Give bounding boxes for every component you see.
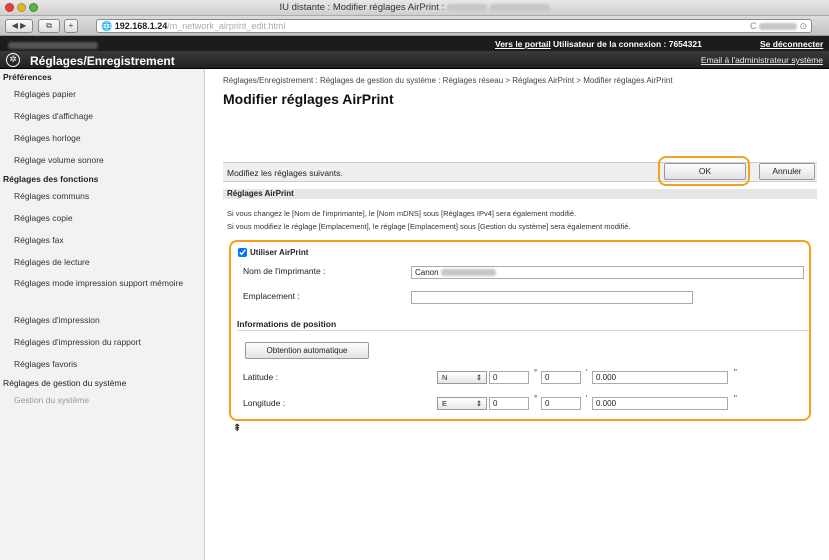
longitude-seconds-input[interactable]: 0.000: [592, 397, 728, 410]
reload-icon[interactable]: C ⊙: [750, 20, 807, 32]
sidebar-item-memory-media[interactable]: Réglages mode impression support mémoire: [0, 273, 204, 309]
second-symbol: ": [734, 394, 737, 403]
stepper-icon: ⇕: [475, 373, 482, 382]
browser-toolbar: ◀ ▶ ⧉ + 🌐 192.168.1.24/m_network_airprin…: [0, 16, 829, 36]
longitude-direction-select[interactable]: E ⇕: [437, 397, 487, 410]
page-title: Modifier réglages AirPrint: [223, 91, 394, 107]
main-content: Réglages/Enregistrement : Réglages de ge…: [223, 76, 823, 421]
add-bookmark-icon[interactable]: +: [64, 19, 78, 33]
longitude-minutes-input[interactable]: 0: [541, 397, 581, 410]
longitude-degrees-input[interactable]: 0: [489, 397, 529, 410]
use-airprint-label: Utiliser AirPrint: [250, 248, 309, 257]
sidebar-heading: Réglages des fonctions: [3, 174, 99, 184]
sidebar-item-system-mgmt[interactable]: Gestion du système: [0, 389, 204, 411]
device-name: [8, 40, 98, 50]
position-heading: Informations de position: [237, 319, 337, 329]
longitude-label: Longitude :: [243, 398, 286, 408]
sidebar-heading: Réglages de gestion du système: [3, 378, 127, 388]
ok-highlight: [658, 156, 750, 186]
degree-symbol: °: [534, 394, 538, 403]
printer-name-input[interactable]: Canon: [411, 266, 804, 279]
sidebar-item-fax[interactable]: Réglages fax: [0, 229, 204, 251]
printer-name-label: Nom de l'imprimante :: [243, 266, 326, 276]
tabs-icon[interactable]: ⧉: [38, 19, 60, 33]
sidebar-item-volume[interactable]: Réglage volume sonore: [0, 149, 204, 171]
sidebar-item-copy[interactable]: Réglages copie: [0, 207, 204, 229]
stepper-icon: ⇕: [475, 399, 482, 408]
location-input[interactable]: [411, 291, 693, 304]
sidebar-item-print[interactable]: Réglages d'impression: [0, 309, 204, 331]
window-title: IU distante : Modifier réglages AirPrint…: [0, 2, 829, 13]
sidebar-item-display[interactable]: Réglages d'affichage: [0, 105, 204, 127]
location-label: Emplacement :: [243, 291, 300, 301]
back-forward-button[interactable]: ◀ ▶: [5, 19, 33, 33]
divider: [237, 330, 809, 331]
sidebar-heading: Préférences: [3, 72, 52, 82]
minute-symbol: ': [586, 368, 588, 377]
device-topbar: Vers le portail Utilisateur de la connex…: [0, 36, 829, 51]
use-airprint-checkbox[interactable]: [238, 248, 247, 257]
app-header: ✲ Réglages/Enregistrement Email à l'admi…: [0, 51, 829, 69]
sidebar-item-favorites[interactable]: Réglages favoris: [0, 353, 204, 375]
app-title: Réglages/Enregistrement: [30, 54, 175, 68]
cancel-button[interactable]: Annuler: [759, 163, 815, 180]
sidebar-item-report[interactable]: Réglages d'impression du rapport: [0, 331, 204, 353]
note-printer-name: Si vous changez le [Nom de l'imprimante]…: [227, 209, 577, 218]
sidebar-item-clock[interactable]: Réglages horloge: [0, 127, 204, 149]
mail-admin-link[interactable]: Email à l'administrateur système: [701, 55, 823, 65]
latitude-direction-select[interactable]: N ⇕: [437, 371, 487, 384]
minute-symbol: ': [586, 394, 588, 403]
section-heading: Réglages AirPrint: [223, 189, 817, 199]
sidebar: Préférences Réglages papier Réglages d'a…: [0, 69, 205, 560]
latitude-degrees-input[interactable]: 0: [489, 371, 529, 384]
second-symbol: ": [734, 368, 737, 377]
breadcrumb: Réglages/Enregistrement : Réglages de ge…: [223, 76, 673, 85]
latitude-minutes-input[interactable]: 0: [541, 371, 581, 384]
address-bar[interactable]: 🌐 192.168.1.24/m_network_airprint_edit.h…: [96, 19, 812, 33]
logged-user-label: Utilisateur de la connexion : 7654321: [553, 39, 702, 49]
latitude-seconds-input[interactable]: 0.000: [592, 371, 728, 384]
site-icon: 🌐: [101, 21, 113, 31]
window-titlebar: IU distante : Modifier réglages AirPrint…: [0, 0, 829, 16]
instruction-text: Modifiez les réglages suivants.: [227, 168, 343, 178]
sidebar-item-paper[interactable]: Réglages papier: [0, 83, 204, 105]
sidebar-item-common[interactable]: Réglages communs: [0, 185, 204, 207]
sidebar-item-scan[interactable]: Réglages de lecture: [0, 251, 204, 273]
settings-gear-icon: ✲: [6, 53, 20, 67]
auto-acquire-button[interactable]: Obtention automatique: [245, 342, 369, 359]
scroll-top-icon[interactable]: ⇞: [233, 423, 241, 434]
logout-link[interactable]: Se déconnecter: [760, 39, 823, 49]
note-location: Si vous modifiez le réglage [Emplacement…: [227, 222, 631, 231]
latitude-label: Latitude :: [243, 372, 278, 382]
portal-link[interactable]: Vers le portail: [495, 39, 551, 49]
degree-symbol: °: [534, 368, 538, 377]
